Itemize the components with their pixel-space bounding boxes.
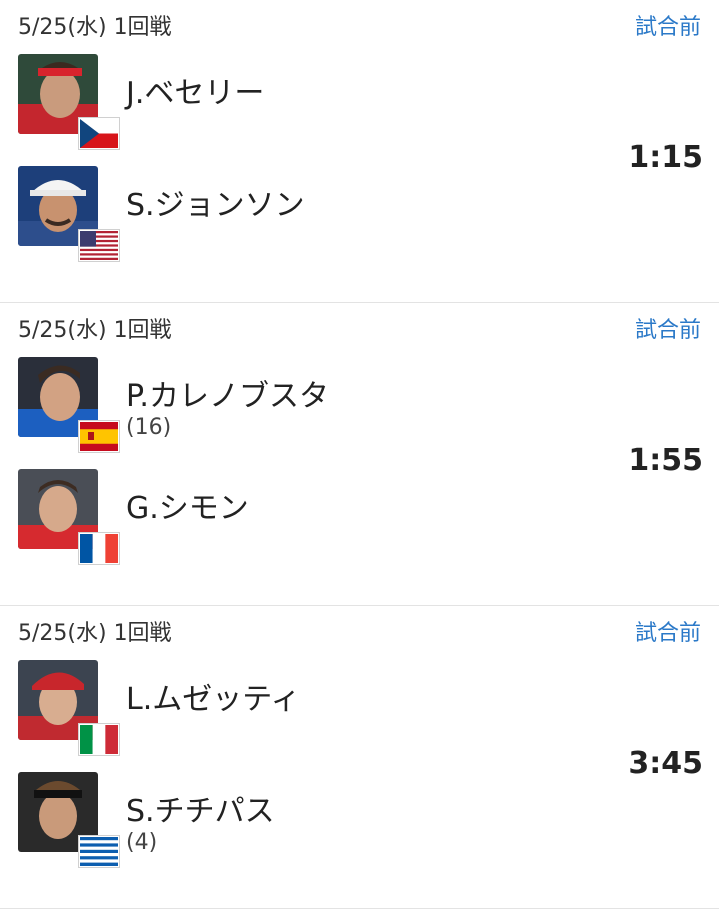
player-row[interactable]: S.ジョンソン bbox=[18, 166, 305, 261]
player-name[interactable]: J.ベセリー bbox=[126, 76, 264, 112]
player-info: P.カレノブスタ (16) bbox=[126, 379, 329, 441]
match-card[interactable]: 5/25(水) 1回戦 試合前 L.ムゼッティ S.チチパス (4) 3:45 bbox=[0, 606, 719, 909]
usa-flag-icon bbox=[79, 230, 119, 261]
match-header: 5/25(水) 1回戦 試合前 bbox=[18, 313, 701, 343]
player-avatar bbox=[18, 166, 119, 261]
match-status[interactable]: 試合前 bbox=[635, 312, 701, 344]
player-avatar bbox=[18, 469, 119, 564]
player-row[interactable]: G.シモン bbox=[18, 469, 249, 564]
player-name[interactable]: G.シモン bbox=[126, 491, 249, 527]
match-status[interactable]: 試合前 bbox=[635, 9, 701, 41]
player-avatar bbox=[18, 357, 119, 452]
player-name[interactable]: S.チチパス bbox=[126, 794, 275, 830]
match-date: 5/25(水) 1回戦 bbox=[18, 15, 172, 40]
match-card[interactable]: 5/25(水) 1回戦 試合前 P.カレノブスタ (16) G.シモン 1:55 bbox=[0, 303, 719, 606]
match-header: 5/25(水) 1回戦 試合前 bbox=[18, 616, 701, 646]
player-info: S.ジョンソン bbox=[126, 188, 305, 224]
match-date: 5/25(水) 1回戦 bbox=[18, 621, 172, 646]
player-avatar bbox=[18, 660, 119, 755]
greece-flag-icon bbox=[79, 836, 119, 867]
player-avatar bbox=[18, 54, 119, 149]
player-row[interactable]: P.カレノブスタ (16) bbox=[18, 357, 329, 452]
player-name[interactable]: S.ジョンソン bbox=[126, 188, 305, 224]
spain-flag-icon bbox=[79, 421, 119, 452]
match-time: 1:55 bbox=[628, 443, 703, 478]
player-info: J.ベセリー bbox=[126, 76, 264, 112]
player-row[interactable]: S.チチパス (4) bbox=[18, 772, 275, 867]
player-info: G.シモン bbox=[126, 491, 249, 527]
player-row[interactable]: J.ベセリー bbox=[18, 54, 264, 149]
player-info: L.ムゼッティ bbox=[126, 682, 300, 718]
player-avatar bbox=[18, 772, 119, 867]
italy-flag-icon bbox=[79, 724, 119, 755]
czech-flag-icon bbox=[79, 118, 119, 149]
match-status[interactable]: 試合前 bbox=[635, 615, 701, 647]
match-time: 3:45 bbox=[628, 746, 703, 781]
player-seed: (16) bbox=[126, 415, 172, 440]
player-row[interactable]: L.ムゼッティ bbox=[18, 660, 300, 755]
match-card[interactable]: 5/25(水) 1回戦 試合前 J.ベセリー S.ジョンソン 1:15 bbox=[0, 0, 719, 303]
match-date: 5/25(水) 1回戦 bbox=[18, 318, 172, 343]
player-seed: (4) bbox=[126, 830, 158, 855]
match-header: 5/25(水) 1回戦 試合前 bbox=[18, 10, 701, 40]
player-name[interactable]: P.カレノブスタ bbox=[126, 379, 329, 415]
france-flag-icon bbox=[79, 533, 119, 564]
player-name[interactable]: L.ムゼッティ bbox=[126, 682, 300, 718]
match-time: 1:15 bbox=[628, 140, 703, 175]
